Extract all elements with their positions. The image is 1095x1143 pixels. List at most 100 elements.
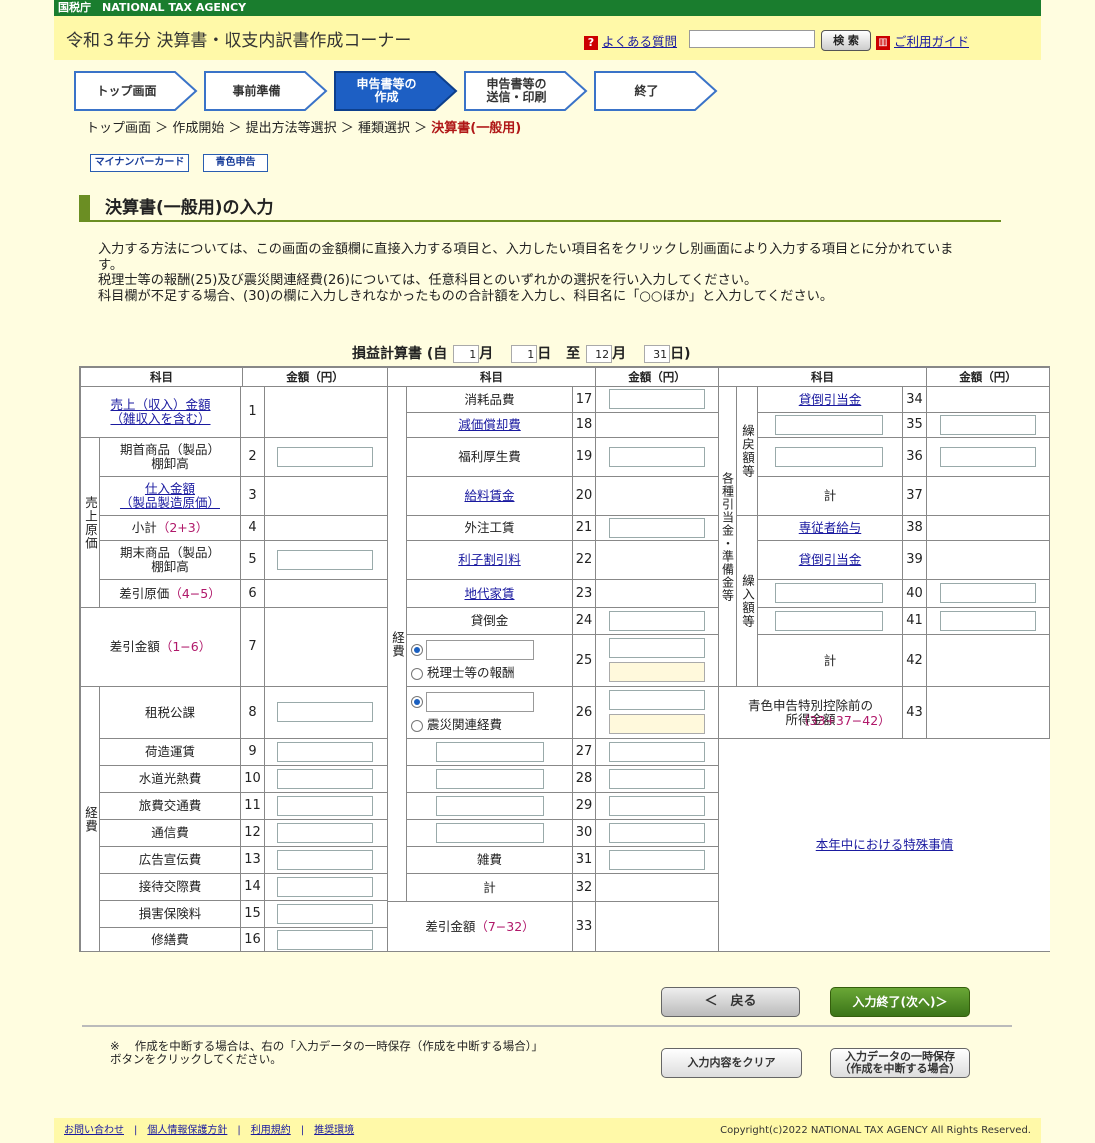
salaries-link[interactable]: 給料賃金 xyxy=(464,489,514,503)
item-34[interactable]: 貸倒引当金 xyxy=(758,387,903,413)
item-name-input[interactable] xyxy=(775,583,883,603)
custom-item-name-input[interactable] xyxy=(426,692,534,712)
amount-input[interactable] xyxy=(277,550,373,570)
agency-bar: 国税庁 NATIONAL TAX AGENCY xyxy=(54,0,1041,16)
to-day-input[interactable]: 31 xyxy=(644,345,671,363)
faq-label: よくある質問 xyxy=(602,34,678,49)
crumb-current: 決算書(一般用) xyxy=(431,121,522,136)
amount-input[interactable] xyxy=(277,930,373,950)
amount-input[interactable] xyxy=(609,518,705,538)
special-circumstances-link[interactable]: 本年中における特殊事情 xyxy=(816,838,954,852)
amount-input[interactable] xyxy=(277,769,373,789)
amount-input[interactable] xyxy=(609,690,705,710)
custom-item-radio[interactable] xyxy=(411,644,423,656)
amount-input[interactable] xyxy=(940,415,1036,435)
item-18[interactable]: 減価償却費 xyxy=(407,413,573,438)
item-23[interactable]: 地代家賃 xyxy=(407,580,573,608)
crumb-method[interactable]: 提出方法等選択 xyxy=(246,121,337,136)
amount-input[interactable] xyxy=(277,702,373,722)
contact-link[interactable]: お問い合わせ xyxy=(64,1125,124,1136)
amount-input[interactable] xyxy=(277,742,373,762)
item-name-input[interactable] xyxy=(775,447,883,467)
env-link[interactable]: 推奨環境 xyxy=(314,1125,354,1136)
amount-cell xyxy=(596,580,719,608)
from-day-input[interactable]: 1 xyxy=(511,345,538,363)
item-20[interactable]: 給料賃金 xyxy=(407,477,573,516)
amount-input[interactable] xyxy=(609,611,705,631)
amount-input[interactable] xyxy=(609,769,705,789)
amount-input[interactable] xyxy=(609,823,705,843)
amount-input[interactable] xyxy=(609,638,705,658)
sales-link[interactable]: 売上（収入）金額 （雑収入を含む） xyxy=(110,398,210,426)
depreciation-link[interactable]: 減価償却費 xyxy=(458,418,521,432)
amount-input[interactable] xyxy=(277,877,373,897)
amount-cell xyxy=(265,580,388,608)
rent-link[interactable]: 地代家賃 xyxy=(464,586,514,601)
amount-input[interactable] xyxy=(277,447,373,467)
amount-input[interactable] xyxy=(277,823,373,843)
allowance-link[interactable]: 貸倒引当金 xyxy=(799,553,862,567)
guide-link[interactable]: ▥ ご利用ガイド xyxy=(876,31,969,50)
item-subtotal: 小計 （2+3） xyxy=(100,516,241,541)
amount-input-alt[interactable] xyxy=(609,714,705,734)
amount-cell xyxy=(596,541,719,580)
crumb-top[interactable]: トップ画面 xyxy=(86,121,151,136)
amount-input[interactable] xyxy=(277,904,373,924)
terms-link[interactable]: 利用規約 xyxy=(251,1125,291,1136)
search-button[interactable]: 検 索 xyxy=(821,30,871,51)
item-39[interactable]: 貸倒引当金 xyxy=(758,541,903,580)
search-input[interactable] xyxy=(689,30,815,48)
amount-input[interactable] xyxy=(609,447,705,467)
amount-cell xyxy=(927,387,1050,413)
amount-input[interactable] xyxy=(609,742,705,762)
item-41 xyxy=(758,608,903,635)
item-11: 旅費交通費 xyxy=(100,793,241,820)
amount-input[interactable] xyxy=(609,796,705,816)
amount-cell xyxy=(265,438,388,477)
item-9: 荷造運賃 xyxy=(100,739,241,766)
item-38[interactable]: 専従者給与 xyxy=(758,516,903,541)
clear-button[interactable]: 入力内容をクリア xyxy=(661,1048,802,1078)
amount-input[interactable] xyxy=(609,389,705,409)
item-purchases[interactable]: 仕入金額 （製品製造原価） xyxy=(100,477,241,516)
faq-link[interactable]: ? よくある質問 xyxy=(584,31,677,50)
interest-link[interactable]: 利子割引料 xyxy=(458,553,521,567)
amount-input[interactable] xyxy=(277,796,373,816)
back-button[interactable]: ＜ 戻る xyxy=(661,987,800,1017)
row-num: 3 xyxy=(241,477,265,516)
item-43: 青色申告特別控除前の 所得金額 （33+37−42） xyxy=(719,687,903,739)
item-name-input[interactable] xyxy=(775,415,883,435)
crumb-type[interactable]: 種類選択 xyxy=(358,121,410,136)
amount-input[interactable] xyxy=(940,583,1036,603)
to-month-input[interactable]: 12 xyxy=(586,345,613,363)
row-num: 18 xyxy=(573,413,596,438)
allowance-link[interactable]: 貸倒引当金 xyxy=(799,392,862,407)
purchases-link[interactable]: 仕入金額 （製品製造原価） xyxy=(120,482,220,510)
amount-input[interactable] xyxy=(940,447,1036,467)
temp-save-button[interactable]: 入力データの一時保存 （作成を中断する場合） xyxy=(830,1048,970,1078)
amount-input[interactable] xyxy=(940,611,1036,631)
amount-input-alt[interactable] xyxy=(609,662,705,682)
custom-item-name-input[interactable] xyxy=(426,640,534,660)
next-button[interactable]: 入力終了(次へ)＞ xyxy=(830,987,970,1017)
item-name-input[interactable] xyxy=(436,742,544,762)
custom-item-radio[interactable] xyxy=(411,696,423,708)
row-num: 11 xyxy=(241,793,265,820)
item-name-input[interactable] xyxy=(436,796,544,816)
item-name-input[interactable] xyxy=(775,611,883,631)
item-sales[interactable]: 売上（収入）金額 （雑収入を含む） xyxy=(81,387,241,438)
amount-cell xyxy=(596,413,719,438)
breadcrumb: トップ画面 ＞ 作成開始 ＞ 提出方法等選択 ＞ 種類選択 ＞ 決算書(一般用) xyxy=(86,117,521,136)
item-22[interactable]: 利子割引料 xyxy=(407,541,573,580)
item-name-input[interactable] xyxy=(436,823,544,843)
item-name-input[interactable] xyxy=(436,769,544,789)
from-month-input[interactable]: 1 xyxy=(453,345,480,363)
crumb-start[interactable]: 作成開始 xyxy=(172,121,224,136)
amount-input[interactable] xyxy=(609,850,705,870)
tax-fee-radio[interactable] xyxy=(411,667,423,680)
privacy-link[interactable]: 個人情報保護方針 xyxy=(147,1125,227,1136)
amount-cell xyxy=(596,635,719,687)
disaster-radio[interactable] xyxy=(411,719,423,732)
family-salary-link[interactable]: 専従者給与 xyxy=(799,521,862,535)
amount-input[interactable] xyxy=(277,850,373,870)
